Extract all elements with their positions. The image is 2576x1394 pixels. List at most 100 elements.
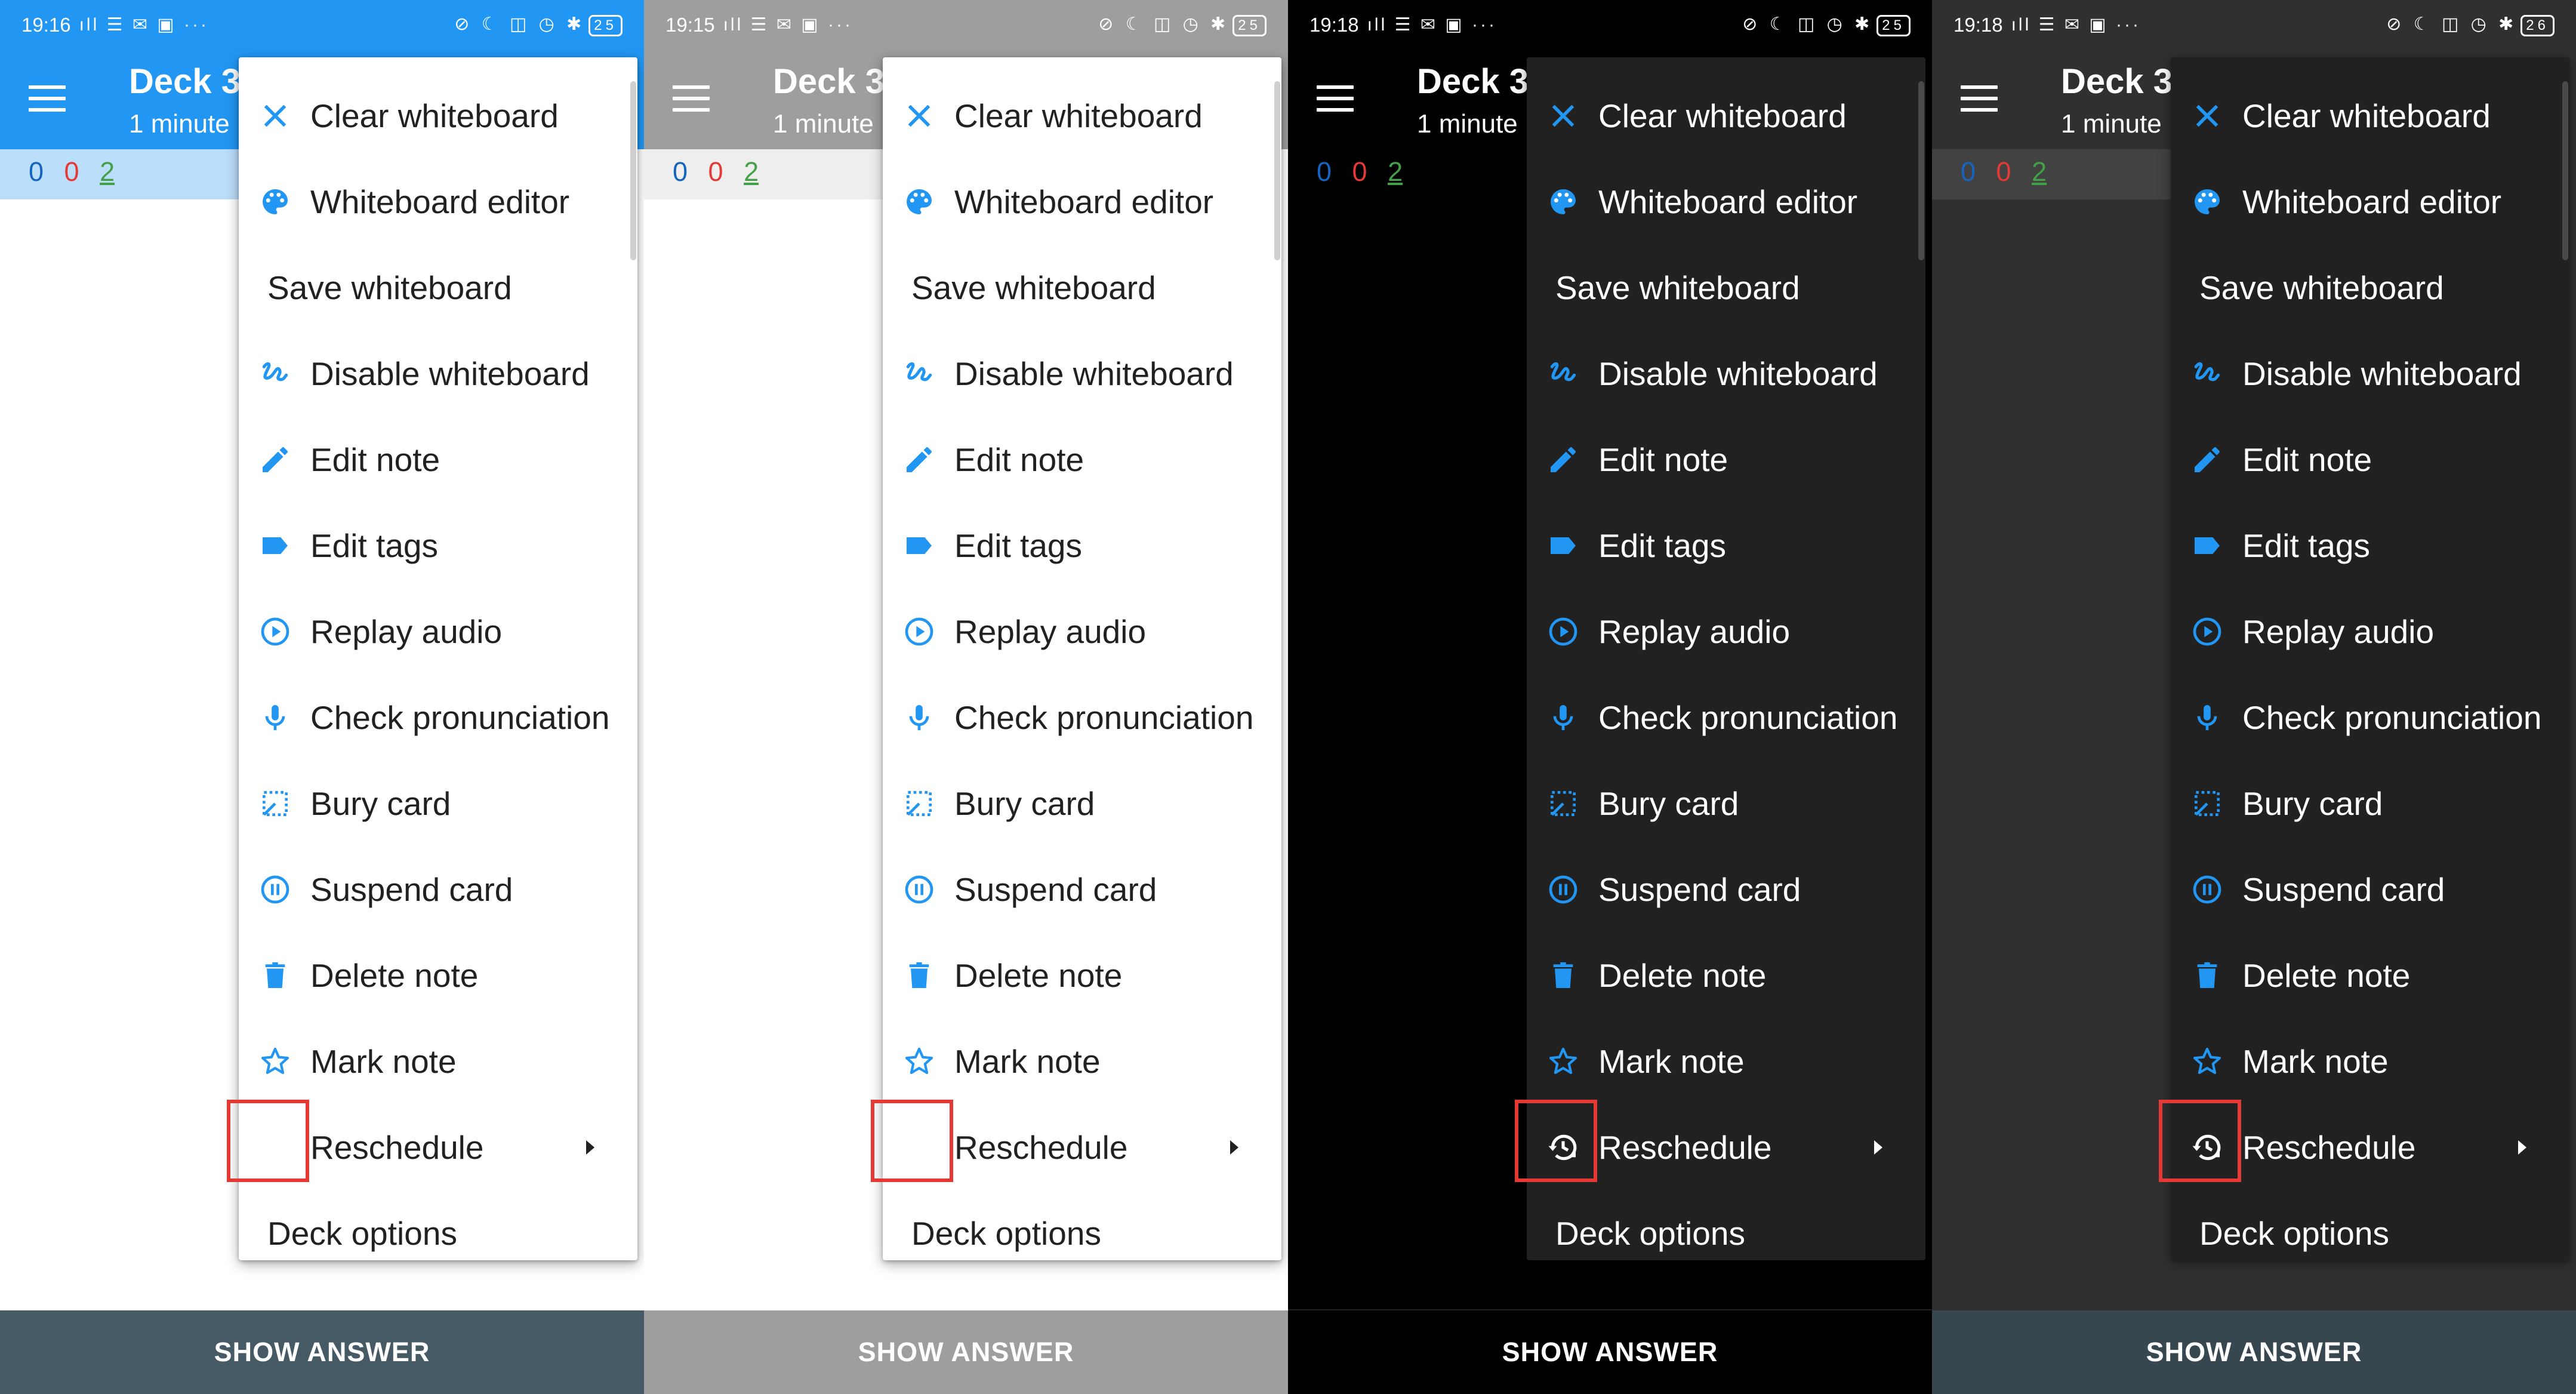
menu-item-whiteboard-editor[interactable]: Whiteboard editor — [2171, 159, 2569, 245]
menu-item-clear-whiteboard[interactable]: Clear whiteboard — [239, 73, 637, 159]
menu-item-suspend-card[interactable]: Suspend card — [239, 847, 637, 933]
menu-item-delete-note[interactable]: Delete note — [2171, 933, 2569, 1018]
menu-item-whiteboard-editor[interactable]: Whiteboard editor — [1527, 159, 1925, 245]
menu-item-whiteboard-editor[interactable]: Whiteboard editor — [239, 159, 637, 245]
menu-item-label: Save whiteboard — [1555, 269, 1800, 306]
menu-item-check-pronunciation[interactable]: Check pronunciation — [2171, 675, 2569, 761]
menu-item-label: Edit note — [1598, 441, 1728, 478]
menu-item-reschedule[interactable]: Reschedule — [871, 1100, 1281, 1190]
menu-item-mark-note[interactable]: Mark note — [2171, 1018, 2569, 1104]
tag-icon — [1543, 526, 1583, 565]
reschedule-icon-highlight-box — [1515, 1100, 1597, 1182]
menu-item-edit-tags[interactable]: Edit tags — [2171, 503, 2569, 589]
menu-icon[interactable] — [1961, 85, 1998, 112]
menu-item-label: Whiteboard editor — [2242, 183, 2502, 220]
menu-item-bury-card[interactable]: Bury card — [239, 761, 637, 847]
menu-item-disable-whiteboard[interactable]: Disable whiteboard — [239, 331, 637, 417]
menu-item-label: Check pronunciation — [2242, 699, 2542, 736]
menu-item-label: Edit note — [310, 441, 440, 478]
overflow-menu: Clear whiteboard Whiteboard editor Save wh… — [871, 57, 1281, 1260]
menu-item-deck-options[interactable]: Deck options — [239, 1190, 637, 1276]
menu-item-suspend-card[interactable]: Suspend card — [883, 847, 1281, 933]
menu-item-reschedule[interactable]: Reschedule — [2159, 1100, 2569, 1190]
menu-item-mark-note[interactable]: Mark note — [883, 1018, 1281, 1104]
menu-item-edit-note[interactable]: Edit note — [2171, 417, 2569, 503]
menu-item-bury-card[interactable]: Bury card — [2171, 761, 2569, 847]
menu-item-label: Deck options — [911, 1215, 1101, 1252]
menu-item-replay-audio[interactable]: Replay audio — [1527, 589, 1925, 675]
screenshot-comparison: 19:16 ıll ☰ ✉ ▣ ··· ⊘ ☾ ◫ ◷ ✱ 25 Deck 3 1… — [0, 0, 2576, 1394]
menu-item-save-whiteboard[interactable]: Save whiteboard — [239, 245, 637, 331]
menu-item-suspend-card[interactable]: Suspend card — [2171, 847, 2569, 933]
menu-item-deck-options[interactable]: Deck options — [883, 1190, 1281, 1276]
show-answer-button[interactable]: SHOW ANSWER — [0, 1310, 644, 1394]
battery-icon: 25 — [1232, 14, 1267, 36]
notification-icons: ıll ☰ ✉ ▣ ··· — [2011, 15, 2141, 35]
menu-item-delete-note[interactable]: Delete note — [883, 933, 1281, 1018]
show-answer-button[interactable]: SHOW ANSWER — [1932, 1310, 2576, 1394]
menu-item-replay-audio[interactable]: Replay audio — [239, 589, 637, 675]
menu-item-clear-whiteboard[interactable]: Clear whiteboard — [1527, 73, 1925, 159]
menu-item-mark-note[interactable]: Mark note — [1527, 1018, 1925, 1104]
play-circle-icon — [1543, 612, 1583, 651]
menu-item-check-pronunciation[interactable]: Check pronunciation — [1527, 675, 1925, 761]
menu-item-reschedule[interactable]: Reschedule — [227, 1100, 637, 1190]
menu-item-edit-tags[interactable]: Edit tags — [1527, 503, 1925, 589]
menu-item-save-whiteboard[interactable]: Save whiteboard — [1527, 245, 1925, 331]
review-count: 2 — [744, 156, 759, 187]
menu-item-delete-note[interactable]: Delete note — [239, 933, 637, 1018]
menu-item-label: Edit note — [954, 441, 1084, 478]
show-answer-button[interactable]: SHOW ANSWER — [1288, 1309, 1932, 1394]
card-counts: 0 0 2 — [673, 156, 772, 187]
palette-icon — [899, 182, 939, 221]
menu-item-delete-note[interactable]: Delete note — [1527, 933, 1925, 1018]
menu-item-suspend-card[interactable]: Suspend card — [1527, 847, 1925, 933]
menu-item-deck-options[interactable]: Deck options — [2171, 1190, 2569, 1276]
menu-item-edit-note[interactable]: Edit note — [239, 417, 637, 503]
microphone-icon — [255, 698, 295, 737]
notification-icons: ıll ☰ ✉ ▣ ··· — [79, 15, 209, 35]
deck-subtitle: 1 minute — [1417, 109, 1518, 139]
menu-icon[interactable] — [29, 85, 66, 112]
menu-item-clear-whiteboard[interactable]: Clear whiteboard — [883, 73, 1281, 159]
menu-item-reschedule[interactable]: Reschedule — [1515, 1100, 1925, 1190]
menu-item-edit-tags[interactable]: Edit tags — [883, 503, 1281, 589]
menu-item-disable-whiteboard[interactable]: Disable whiteboard — [1527, 331, 1925, 417]
menu-item-check-pronunciation[interactable]: Check pronunciation — [239, 675, 637, 761]
trash-icon — [255, 956, 295, 995]
menu-item-deck-options[interactable]: Deck options — [1527, 1190, 1925, 1276]
gesture-icon — [2187, 354, 2227, 393]
star-outline-icon — [899, 1042, 939, 1081]
menu-item-disable-whiteboard[interactable]: Disable whiteboard — [2171, 331, 2569, 417]
menu-item-label: Bury card — [1598, 785, 1739, 822]
submenu-arrow-icon — [2518, 1140, 2526, 1155]
menu-item-label: Disable whiteboard — [310, 355, 590, 392]
status-time: 19:18 — [1953, 13, 2003, 36]
menu-item-label: Reschedule — [310, 1129, 484, 1166]
menu-item-clear-whiteboard[interactable]: Clear whiteboard — [2171, 73, 2569, 159]
menu-item-bury-card[interactable]: Bury card — [883, 761, 1281, 847]
gesture-icon — [899, 354, 939, 393]
menu-item-replay-audio[interactable]: Replay audio — [883, 589, 1281, 675]
menu-item-replay-audio[interactable]: Replay audio — [2171, 589, 2569, 675]
menu-item-save-whiteboard[interactable]: Save whiteboard — [2171, 245, 2569, 331]
menu-item-whiteboard-editor[interactable]: Whiteboard editor — [883, 159, 1281, 245]
menu-item-label: Whiteboard editor — [1598, 183, 1858, 220]
menu-item-check-pronunciation[interactable]: Check pronunciation — [883, 675, 1281, 761]
menu-item-edit-note[interactable]: Edit note — [883, 417, 1281, 503]
menu-item-edit-note[interactable]: Edit note — [1527, 417, 1925, 503]
menu-item-disable-whiteboard[interactable]: Disable whiteboard — [883, 331, 1281, 417]
menu-item-bury-card[interactable]: Bury card — [1527, 761, 1925, 847]
menu-item-edit-tags[interactable]: Edit tags — [239, 503, 637, 589]
menu-item-label: Delete note — [1598, 957, 1767, 994]
deck-subtitle: 1 minute — [2061, 109, 2162, 139]
show-answer-button[interactable]: SHOW ANSWER — [644, 1310, 1288, 1394]
menu-item-save-whiteboard[interactable]: Save whiteboard — [883, 245, 1281, 331]
system-icons: ⊘ ☾ ◫ ◷ ✱ 26 — [2386, 14, 2555, 36]
tag-icon — [899, 526, 939, 565]
menu-item-label: Suspend card — [310, 871, 513, 908]
submenu-arrow-icon — [1874, 1140, 1882, 1155]
menu-icon[interactable] — [673, 85, 710, 112]
menu-item-mark-note[interactable]: Mark note — [239, 1018, 637, 1104]
menu-icon[interactable] — [1317, 85, 1354, 112]
